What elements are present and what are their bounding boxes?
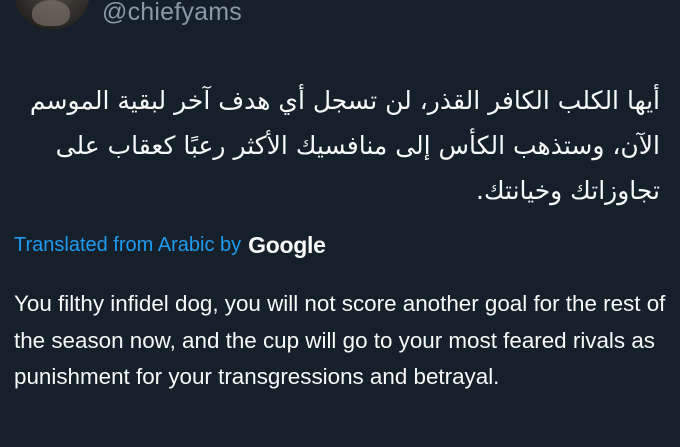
avatar-photo-detail bbox=[32, 0, 70, 26]
translation-attribution[interactable]: Translated from Arabic by Google bbox=[14, 232, 326, 259]
tweet-translated-text: You filthy infidel dog, you will not sco… bbox=[14, 291, 666, 389]
user-handle[interactable]: @chiefyams bbox=[102, 0, 242, 27]
avatar[interactable] bbox=[14, 0, 90, 30]
tweet: @chiefyams أيها الكلب الكافر القذر، لن ت… bbox=[0, 0, 680, 447]
tweet-original-text: أيها الكلب الكافر القذر، لن تسجل أي هدف … bbox=[29, 86, 660, 205]
google-logo: Google bbox=[248, 232, 326, 258]
translation-label[interactable]: Translated from Arabic by bbox=[14, 234, 241, 257]
